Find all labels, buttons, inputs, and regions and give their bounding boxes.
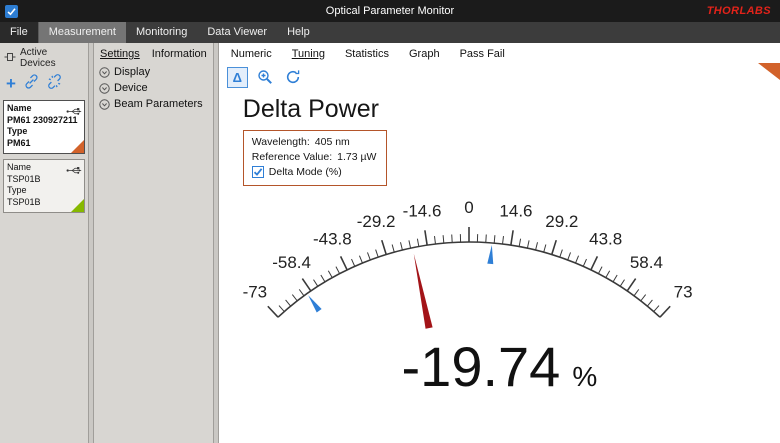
usb-icon xyxy=(66,162,82,180)
svg-text:-43.8: -43.8 xyxy=(313,229,352,248)
check-icon xyxy=(253,167,263,177)
window-title: Optical Parameter Monitor xyxy=(0,5,780,17)
svg-text:14.6: 14.6 xyxy=(499,202,532,221)
svg-text:0: 0 xyxy=(464,198,473,217)
zoom-button[interactable] xyxy=(255,67,276,88)
settings-item-device[interactable]: Device xyxy=(94,80,213,96)
device-toolbar: + xyxy=(0,71,88,100)
refresh-button[interactable] xyxy=(283,67,304,88)
wavelength-value: 405 nm xyxy=(315,136,350,148)
menubar: File Measurement Monitoring Data Viewer … xyxy=(0,22,780,43)
svg-text:-29.2: -29.2 xyxy=(357,212,396,231)
settings-item-display[interactable]: Display xyxy=(94,64,213,80)
menu-file[interactable]: File xyxy=(0,22,39,43)
refresh-icon xyxy=(285,69,301,85)
svg-text:-14.6: -14.6 xyxy=(402,202,441,221)
menu-measurement[interactable]: Measurement xyxy=(39,22,126,43)
selected-device-corner xyxy=(758,63,780,80)
reference-value: 1.73 µW xyxy=(337,151,376,163)
menu-monitoring[interactable]: Monitoring xyxy=(126,22,197,43)
device-type-label: Type xyxy=(7,126,81,138)
reading-value: -19.74 xyxy=(402,334,561,399)
device-card-pm61[interactable]: Name PM61 230927211 Type PM61 xyxy=(3,100,85,154)
chevron-down-circle-icon xyxy=(99,83,110,94)
gauge: -73 -58.4-43.8 -29.2 -14.6 0 14.6 29.2 43.8 58.4… xyxy=(219,188,719,338)
settings-item-label: Display xyxy=(114,65,150,79)
tab-settings[interactable]: Settings xyxy=(100,48,140,60)
usb-icon xyxy=(66,103,82,121)
active-devices-title: Active Devices xyxy=(20,47,84,69)
titlebar: Optical Parameter Monitor THORLABS xyxy=(0,0,780,22)
svg-text:73: 73 xyxy=(673,282,692,301)
measurement-info-box: Wavelength: 405 nm Reference Value: 1.73… xyxy=(243,130,388,186)
content-area: Active Devices + Name PM61 230927211 Typ… xyxy=(0,43,780,443)
chevron-down-circle-icon xyxy=(99,67,110,78)
active-devices-header: Active Devices xyxy=(0,43,88,71)
settings-panel: Settings Information Display Device Beam… xyxy=(94,43,213,443)
reading-unit: % xyxy=(572,361,597,393)
device-card-tsp01b[interactable]: Name TSP01B Type TSP01B xyxy=(3,159,85,213)
wavelength-label: Wavelength: xyxy=(252,136,310,148)
add-device-button[interactable]: + xyxy=(6,77,16,91)
tab-statistics[interactable]: Statistics xyxy=(345,48,389,60)
device-type-label: Type xyxy=(7,185,81,197)
connector-icon xyxy=(4,52,16,65)
tab-pass-fail[interactable]: Pass Fail xyxy=(460,48,505,60)
main-panel: Numeric Tuning Statistics Graph Pass Fai… xyxy=(219,43,780,443)
reading: -19.74 % xyxy=(219,334,780,399)
thorlabs-logo: THORLABS xyxy=(707,5,771,17)
tab-numeric[interactable]: Numeric xyxy=(231,48,272,60)
tab-graph[interactable]: Graph xyxy=(409,48,440,60)
settings-item-label: Beam Parameters xyxy=(114,97,203,111)
settings-item-beam-parameters[interactable]: Beam Parameters xyxy=(94,96,213,112)
chevron-down-circle-icon xyxy=(99,99,110,110)
menu-data-viewer[interactable]: Data Viewer xyxy=(197,22,277,43)
svg-text:58.4: 58.4 xyxy=(630,253,663,272)
settings-tabs: Settings Information xyxy=(94,43,213,64)
device-status-corner xyxy=(71,199,84,212)
measurement-tabs: Numeric Tuning Statistics Graph Pass Fai… xyxy=(219,43,780,63)
page-title: Delta Power xyxy=(219,91,780,126)
svg-text:-58.4: -58.4 xyxy=(272,253,311,272)
link-broken-icon xyxy=(47,74,62,89)
gauge-wrap: -73 -58.4-43.8 -29.2 -14.6 0 14.6 29.2 43.8 58.4… xyxy=(219,188,780,338)
device-type: PM61 xyxy=(7,138,81,150)
app-window: Optical Parameter Monitor THORLABS File … xyxy=(0,0,780,443)
settings-item-label: Device xyxy=(114,81,148,95)
svg-text:-73: -73 xyxy=(242,282,267,301)
zoom-icon xyxy=(257,69,273,85)
main-toolbar: Δ xyxy=(219,63,780,91)
menu-help[interactable]: Help xyxy=(277,22,320,43)
active-devices-panel: Active Devices + Name PM61 230927211 Typ… xyxy=(0,43,88,443)
delta-mode-label: Delta Mode (%) xyxy=(269,166,342,178)
link-icon xyxy=(24,74,39,89)
tab-information[interactable]: Information xyxy=(152,48,207,60)
tab-tuning[interactable]: Tuning xyxy=(292,48,325,60)
disconnect-device-button[interactable] xyxy=(47,74,62,94)
device-type: TSP01B xyxy=(7,197,81,209)
delta-mode-button[interactable]: Δ xyxy=(227,67,248,88)
svg-text:43.8: 43.8 xyxy=(589,229,622,248)
connect-device-button[interactable] xyxy=(24,74,39,94)
svg-text:29.2: 29.2 xyxy=(545,212,578,231)
reference-label: Reference Value: xyxy=(252,151,332,163)
device-status-corner xyxy=(71,140,84,153)
delta-mode-checkbox[interactable] xyxy=(252,166,264,178)
